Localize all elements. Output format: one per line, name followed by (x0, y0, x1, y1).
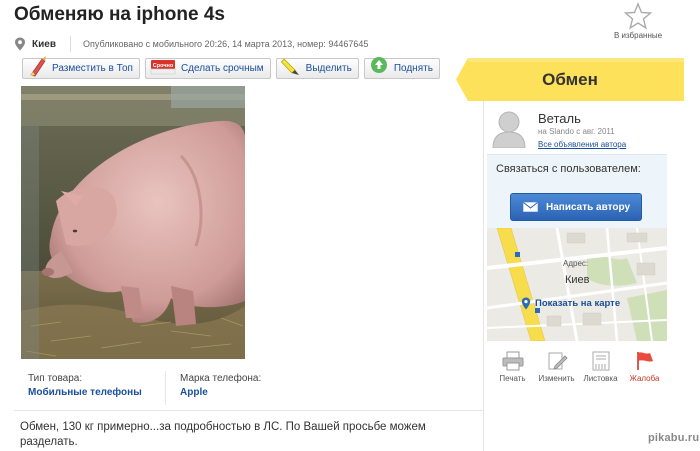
contact-panel: Связаться с пользователем: Написать авто… (487, 154, 667, 228)
listing-attributes: Тип товара: Мобильные телефоны Марка тел… (14, 371, 484, 405)
leaflet-button[interactable]: Листовка (582, 351, 619, 383)
printer-icon (502, 351, 523, 371)
attribute-label: Тип товара: (28, 373, 83, 384)
attribute-label: Марка телефона: (180, 373, 262, 384)
show-on-map-link[interactable]: Показать на карте (521, 297, 620, 310)
favorites-label: В избранные (613, 31, 663, 40)
make-urgent-label: Сделать срочным (180, 63, 264, 74)
map-pin-icon (521, 297, 531, 310)
rocket-icon (30, 55, 46, 76)
edit-label: Изменить (538, 374, 575, 383)
listing-photo[interactable] (21, 86, 245, 359)
flag-icon (636, 352, 653, 370)
attribute-product-type: Тип товара: Мобильные телефоны (14, 371, 166, 405)
location-pin-icon (15, 37, 25, 51)
watermark: pikabu.ru (648, 432, 700, 444)
attribute-phone-brand: Марка телефона: Apple (166, 371, 318, 405)
leaflet-icon (592, 351, 609, 371)
report-button[interactable]: Жалоба (626, 351, 663, 383)
deal-type-tag: Обмен (456, 58, 684, 101)
content-divider (14, 410, 484, 411)
edit-button[interactable]: Изменить (538, 351, 575, 383)
deal-type-text: Обмен (542, 70, 598, 89)
highlighter-icon (280, 57, 299, 75)
listing-title: Обменяю на iphone 4s (14, 4, 225, 25)
star-icon (624, 2, 652, 30)
highlight-label: Выделить (305, 63, 352, 74)
highlight-button[interactable]: Выделить (275, 57, 359, 79)
add-to-favorites[interactable]: В избранные (606, 2, 670, 40)
map-address-label: Адрес: (563, 259, 589, 268)
show-on-map-label: Показать на карте (535, 298, 621, 309)
all-ads-link[interactable]: Все объявления автора (538, 140, 626, 149)
write-author-label: Написать автору (546, 201, 631, 213)
print-label: Печать (499, 374, 526, 383)
make-urgent-button[interactable]: Срочно Сделать срочным (144, 58, 271, 79)
published-info: Опубликовано с мобильного 20:26, 14 март… (82, 39, 369, 49)
listing-actions: Печать Изменить Листовка Жалоба (494, 351, 670, 383)
seller-name: Веталь (538, 111, 581, 126)
place-in-top-label: Разместить в Топ (52, 63, 133, 74)
meta-divider (69, 36, 71, 52)
listing-city[interactable]: Киев (32, 39, 56, 50)
raise-up-icon (370, 56, 387, 73)
write-author-button[interactable]: Написать автору (510, 193, 642, 221)
raise-label: Поднять (393, 63, 433, 74)
raise-button[interactable]: Поднять (363, 56, 440, 79)
envelope-icon (523, 202, 538, 212)
listing-description: Обмен, 130 кг примерно...за подробностью… (20, 421, 426, 448)
edit-icon (548, 352, 568, 370)
print-button[interactable]: Печать (494, 351, 531, 383)
location-map[interactable]: Адрес: Киев Показать на карте (487, 228, 667, 341)
attribute-value-link[interactable]: Мобильные телефоны (28, 387, 165, 398)
leaflet-label: Листовка (583, 374, 618, 383)
report-label: Жалоба (629, 374, 660, 383)
place-in-top-button[interactable]: Разместить в Топ (22, 55, 140, 79)
urgent-badge-text: Срочно (153, 63, 174, 69)
avatar (492, 111, 526, 148)
attribute-value-link[interactable]: Apple (180, 387, 318, 398)
promo-toolbar: Разместить в Топ Срочно Сделать срочным … (22, 55, 445, 79)
map-city: Киев (565, 274, 590, 286)
pig-photo-image (21, 86, 245, 359)
seller-since: на Slando с авг. 2011 (538, 127, 615, 136)
contact-label: Связаться с пользователем: (496, 163, 641, 175)
urgent-badge-icon: Срочно (150, 59, 176, 74)
listing-content: Тип товара: Мобильные телефоны Марка тел… (14, 84, 484, 451)
seller-card: Веталь на Slando с авг. 2011 Все объявле… (487, 104, 667, 152)
listing-meta: Киев Опубликовано с мобильного 20:26, 14… (14, 35, 368, 53)
